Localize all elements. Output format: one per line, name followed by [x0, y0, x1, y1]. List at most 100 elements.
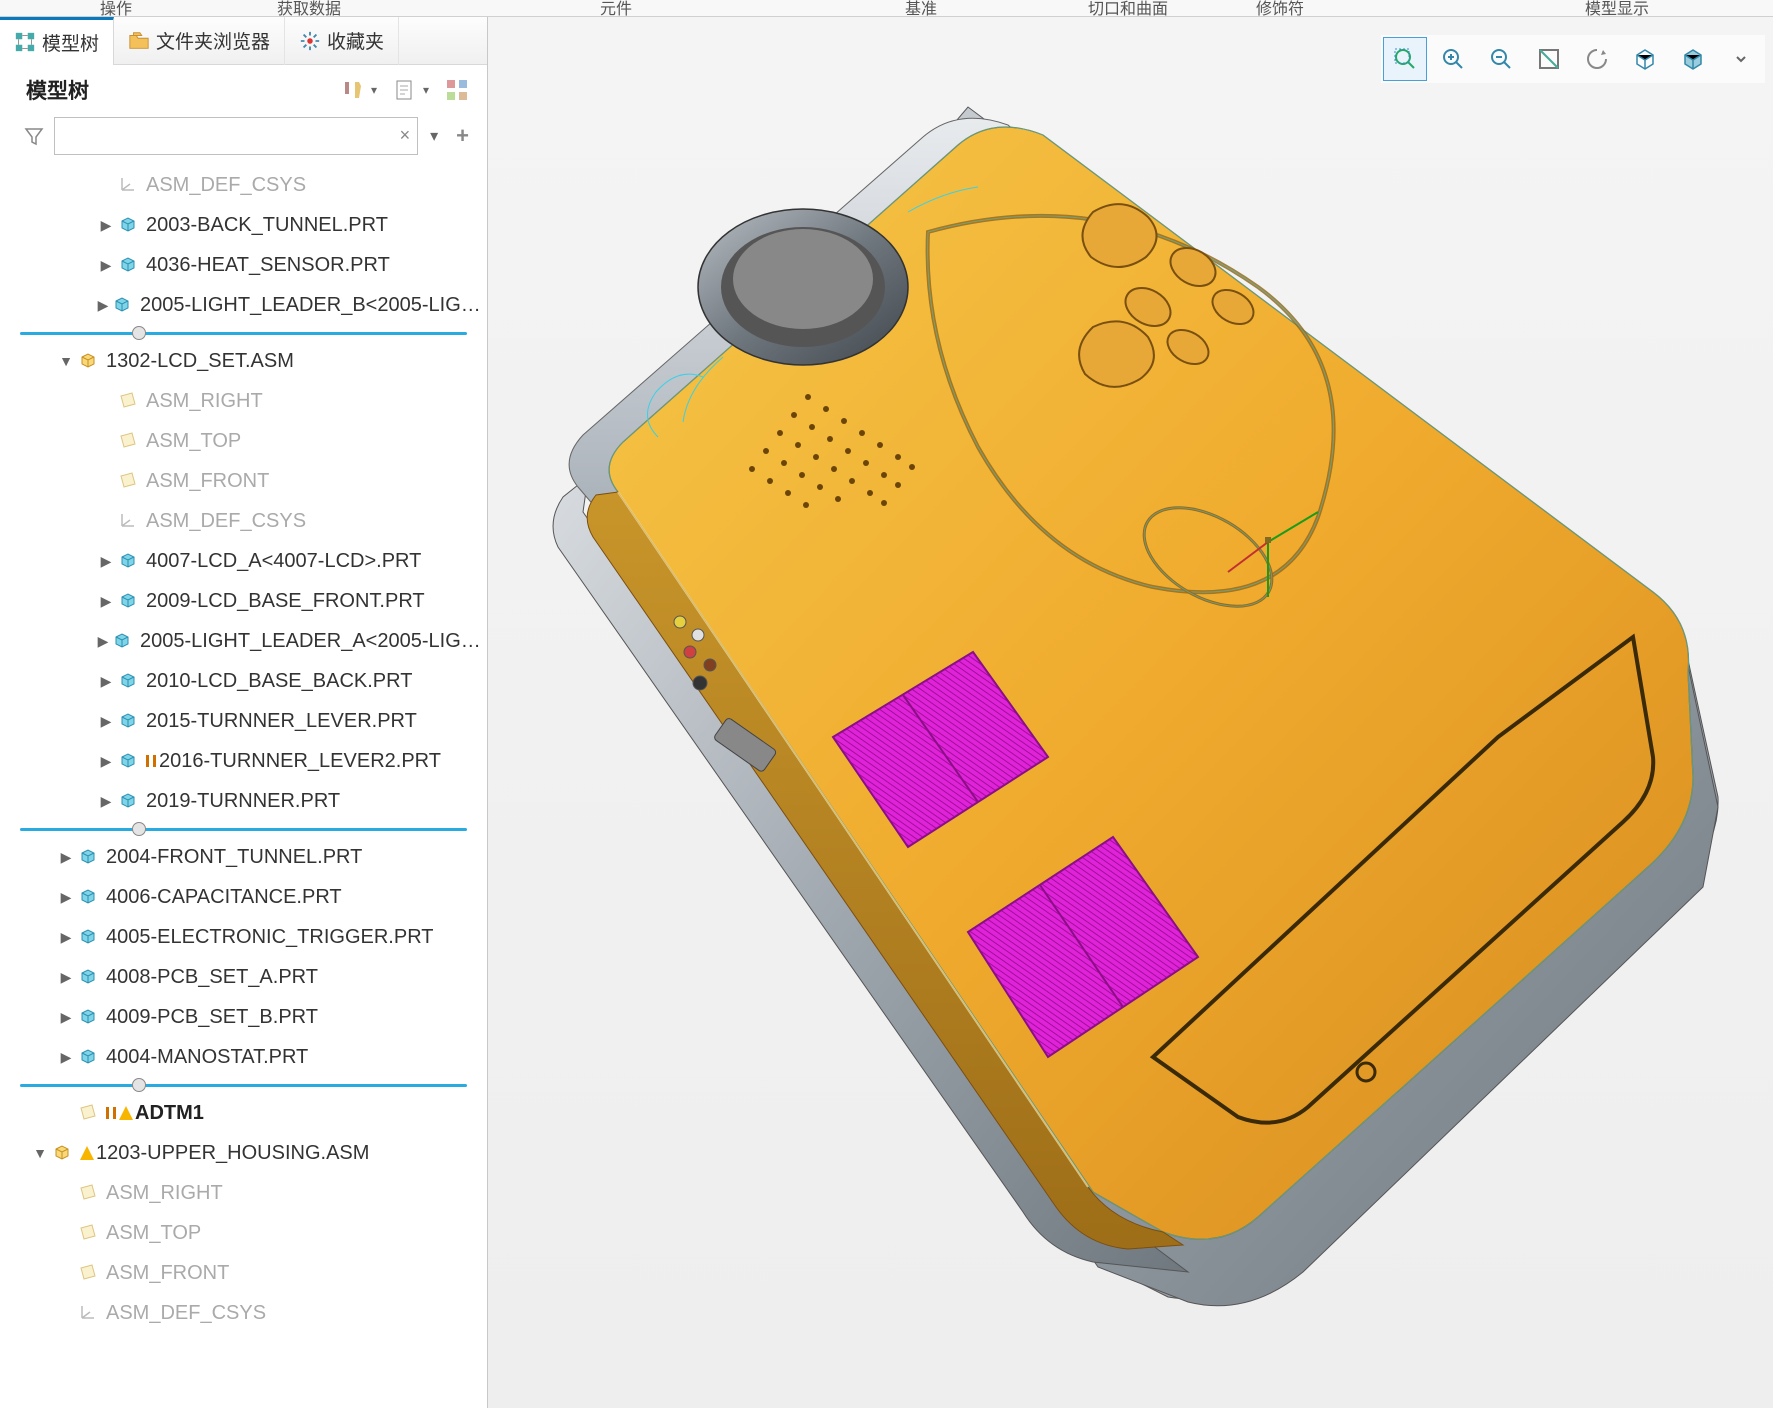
cube-solid-icon	[1680, 46, 1706, 72]
tree-node[interactable]: ▶4004-MANOSTAT.PRT	[0, 1037, 487, 1077]
display-style-button[interactable]	[1623, 37, 1667, 81]
part-icon	[118, 750, 140, 772]
pause-icon	[106, 1107, 116, 1119]
expander-icon[interactable]: ▼	[30, 1145, 50, 1161]
insert-indicator[interactable]	[0, 325, 487, 341]
chevron-down-icon[interactable]: ▾	[371, 83, 377, 97]
part-icon	[78, 886, 100, 908]
tree-node[interactable]: ▶ASM_DEF_CSYS	[0, 1293, 487, 1333]
tree-node[interactable]: ▶ASM_DEF_CSYS	[0, 501, 487, 541]
filter-input[interactable]	[54, 117, 418, 155]
graphics-viewport[interactable]	[488, 17, 1773, 1408]
tree-node[interactable]: ▶ 2004-FRONT_TUNNEL.PRT	[0, 837, 487, 877]
expander-icon[interactable]: ▶	[56, 889, 76, 906]
tree-node[interactable]: ▶2019-TURNNER.PRT	[0, 781, 487, 821]
tree-node[interactable]: ▶ 4007-LCD_A<4007-LCD>.PRT	[0, 541, 487, 581]
expander-icon[interactable]: ▶	[56, 1049, 76, 1066]
tree-node[interactable]: ▶2009-LCD_BASE_FRONT.PRT	[0, 581, 487, 621]
insert-indicator[interactable]	[0, 1077, 487, 1093]
expander-icon[interactable]: ▶	[96, 553, 116, 570]
model-render	[488, 17, 1773, 1408]
filter-button[interactable]	[22, 124, 46, 148]
expander-icon[interactable]: ▶	[96, 593, 116, 610]
view-more-button[interactable]	[1719, 37, 1763, 81]
zoom-in-button[interactable]	[1431, 37, 1475, 81]
filter-dropdown-button[interactable]: ▾	[426, 126, 442, 146]
tab-favorites[interactable]: 收藏夹	[285, 17, 399, 65]
expander-icon[interactable]: ▶	[96, 217, 116, 234]
tree-node[interactable]: ▶ 4005-ELECTRONIC_TRIGGER.PRT	[0, 917, 487, 957]
warning-icon	[119, 1106, 133, 1120]
tree-node[interactable]: ▶ASM_DEF_CSYS	[0, 165, 487, 205]
tree-node-label: 2004-FRONT_TUNNEL.PRT	[106, 846, 362, 869]
repaint-button[interactable]	[1575, 37, 1619, 81]
tab-folder-browser-label: 文件夹浏览器	[156, 27, 270, 54]
display-component-button[interactable]	[1671, 37, 1715, 81]
tree-node[interactable]: ▶2005-LIGHT_LEADER_B<2005-LIGHT_LEADER>.…	[0, 285, 487, 325]
expander-icon[interactable]: ▶	[56, 929, 76, 946]
expander-icon[interactable]: ▶	[96, 753, 116, 770]
expander-icon[interactable]: ▶	[96, 257, 116, 274]
expander-icon[interactable]: ▼	[56, 353, 76, 369]
tree-node[interactable]: ▶4008-PCB_SET_A.PRT	[0, 957, 487, 997]
view-toolbar	[1381, 35, 1765, 83]
tab-folder-browser[interactable]: 文件夹浏览器	[114, 17, 285, 65]
expander-icon[interactable]: ▶	[96, 713, 116, 730]
chevron-down-icon	[1734, 46, 1748, 72]
part-icon	[118, 670, 140, 692]
zoom-out-button[interactable]	[1479, 37, 1523, 81]
part-icon	[118, 550, 140, 572]
chevron-down-icon[interactable]: ▾	[423, 83, 429, 97]
filter-clear-button[interactable]: ×	[400, 125, 411, 146]
tree-node[interactable]: ▶2010-LCD_BASE_BACK.PRT	[0, 661, 487, 701]
tree-node-datum[interactable]: ▶ADTM1	[0, 1093, 487, 1133]
tree-node[interactable]: ▶ASM_RIGHT	[0, 1173, 487, 1213]
insert-indicator[interactable]	[0, 821, 487, 837]
filter-add-button[interactable]: +	[450, 123, 475, 149]
model-tree-scroll[interactable]: ▶ASM_DEF_CSYS▶2003-BACK_TUNNEL.PRT▶4036-…	[0, 165, 487, 1408]
part-icon	[118, 790, 140, 812]
csys-icon	[78, 1302, 100, 1324]
navigator-panel: 模型树 文件夹浏览器 收藏夹 模型树 ▾ ▾	[0, 17, 488, 1408]
tree-show-button[interactable]	[393, 78, 417, 102]
refit-button[interactable]	[1527, 37, 1571, 81]
part-icon	[118, 214, 140, 236]
tree-node-label: 4007-LCD_A<4007-LCD>.PRT	[146, 550, 421, 573]
expander-icon[interactable]: ▶	[96, 673, 116, 690]
tree-node[interactable]: ▶ASM_TOP	[0, 1213, 487, 1253]
tree-node-label: 4009-PCB_SET_B.PRT	[106, 1006, 318, 1029]
tree-node[interactable]: ▶ 2005-LIGHT_LEADER_A<2005-LIGHT_LEADER>.…	[0, 621, 487, 661]
tree-options-button[interactable]	[445, 78, 469, 102]
tree-node-assembly[interactable]: ▼1302-LCD_SET.ASM	[0, 341, 487, 381]
tab-model-tree[interactable]: 模型树	[0, 17, 114, 65]
tree-node[interactable]: ▶2016-TURNNER_LEVER2.PRT	[0, 741, 487, 781]
expander-icon[interactable]: ▶	[56, 969, 76, 986]
tree-node[interactable]: ▶2003-BACK_TUNNEL.PRT	[0, 205, 487, 245]
tree-node[interactable]: ▶ASM_FRONT	[0, 1253, 487, 1293]
tree-node[interactable]: ▶4036-HEAT_SENSOR.PRT	[0, 245, 487, 285]
tree-node[interactable]: ▶ 4009-PCB_SET_B.PRT	[0, 997, 487, 1037]
zoom-window-icon	[1392, 46, 1418, 72]
part-icon	[78, 1046, 100, 1068]
part-icon	[118, 590, 140, 612]
funnel-icon	[23, 125, 45, 147]
tree-node-label: 4005-ELECTRONIC_TRIGGER.PRT	[106, 926, 434, 949]
tree-node[interactable]: ▶ASM_RIGHT	[0, 381, 487, 421]
expander-icon[interactable]: ▶	[56, 1009, 76, 1026]
tree-node[interactable]: ▶2015-TURNNER_LEVER.PRT	[0, 701, 487, 741]
expander-icon[interactable]: ▶	[96, 793, 116, 810]
expander-icon[interactable]: ▶	[56, 849, 76, 866]
tree-node[interactable]: ▶ASM_TOP	[0, 421, 487, 461]
cube-icon	[1632, 46, 1658, 72]
asm-icon	[52, 1142, 74, 1164]
tree-node[interactable]: ▶ASM_FRONT	[0, 461, 487, 501]
expander-icon[interactable]: ▶	[96, 633, 110, 650]
tree-node-assembly[interactable]: ▼1203-UPPER_HOUSING.ASM	[0, 1133, 487, 1173]
tree-settings-button[interactable]	[341, 78, 365, 102]
zoom-window-button[interactable]	[1383, 37, 1427, 81]
refit-icon	[1536, 46, 1562, 72]
tab-favorites-label: 收藏夹	[327, 27, 384, 54]
expander-icon[interactable]: ▶	[96, 297, 110, 314]
tree-node[interactable]: ▶4006-CAPACITANCE.PRT	[0, 877, 487, 917]
tree-node-label: 2005-LIGHT_LEADER_A<2005-LIGHT_LEADER>.P…	[140, 630, 487, 653]
